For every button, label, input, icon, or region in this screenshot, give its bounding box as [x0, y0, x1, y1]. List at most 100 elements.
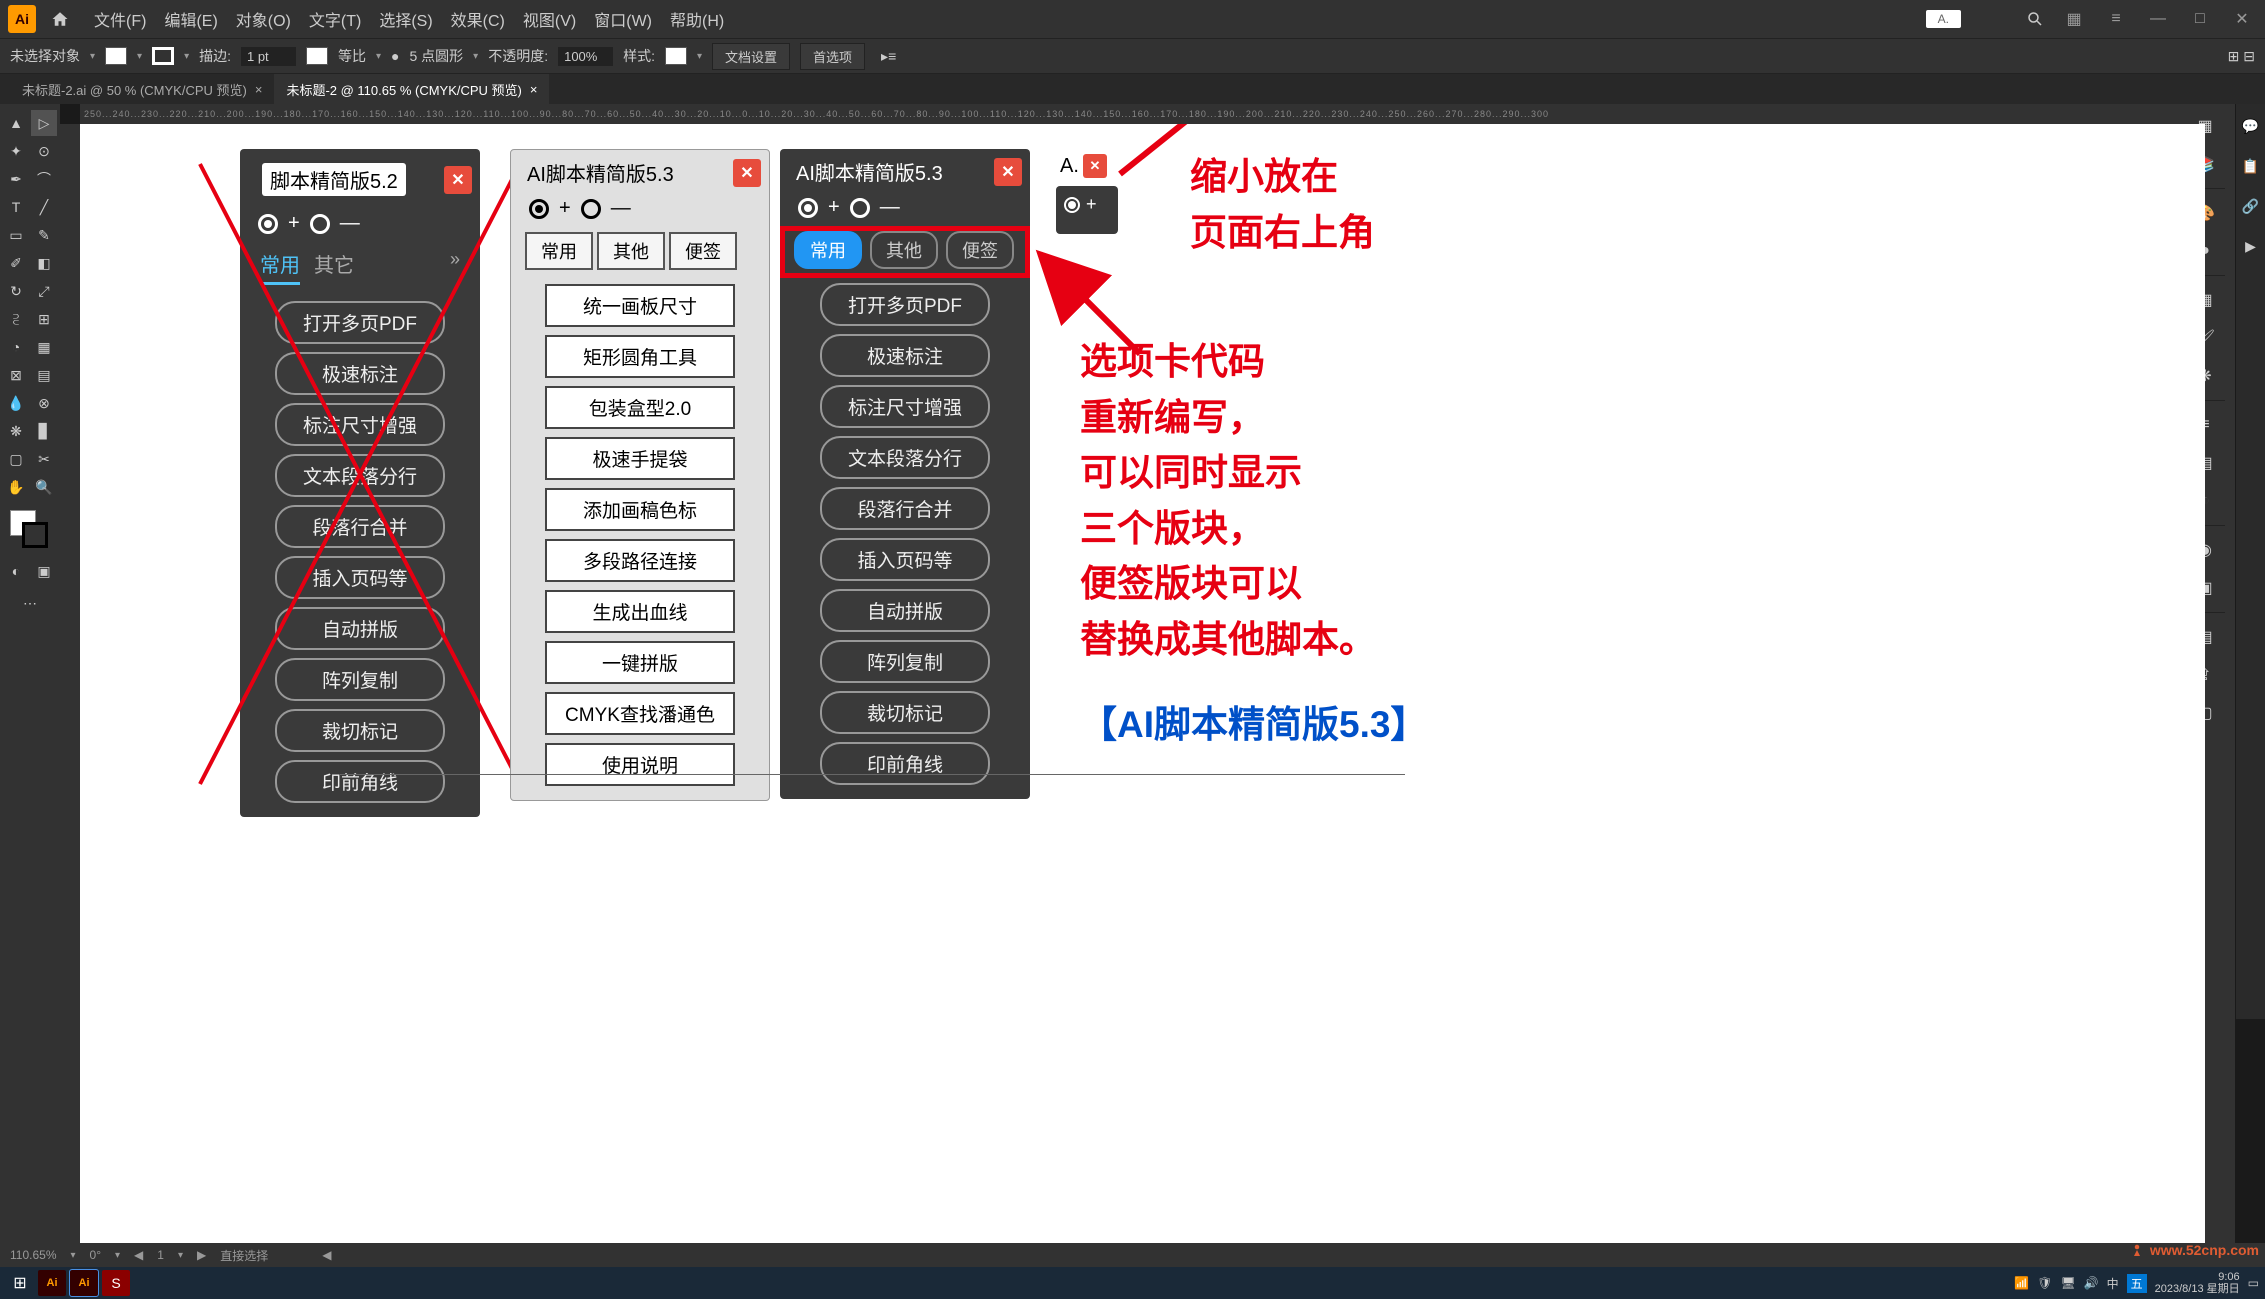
minimize-button[interactable]: — — [2143, 4, 2173, 34]
radio-on-icon[interactable] — [798, 198, 818, 218]
script-button[interactable]: 生成出血线 — [545, 590, 735, 633]
script-button[interactable]: 使用说明 — [545, 743, 735, 786]
eyedropper-tool[interactable]: 💧 — [3, 390, 29, 416]
search-icon[interactable] — [2023, 7, 2047, 31]
menu-view[interactable]: 视图(V) — [523, 7, 576, 31]
menu-help[interactable]: 帮助(H) — [670, 7, 724, 31]
script-button[interactable]: 段落行合并 — [820, 487, 990, 530]
stroke-width-input[interactable] — [241, 47, 296, 66]
menu-type[interactable]: 文字(T) — [309, 7, 361, 31]
script-button[interactable]: 添加画稿色标 — [545, 488, 735, 531]
tab-doc2[interactable]: 未标题-2 @ 110.65 % (CMYK/CPU 预览)× — [274, 74, 549, 105]
direct-selection-tool[interactable]: ▷ — [31, 110, 57, 136]
tab-other[interactable]: 其他 — [597, 232, 665, 270]
menu-edit[interactable]: 编辑(E) — [164, 7, 217, 31]
menu-effect[interactable]: 效果(C) — [451, 7, 505, 31]
script-button[interactable]: 文本段落分行 — [820, 436, 990, 479]
script-button[interactable]: 标注尺寸增强 — [275, 403, 445, 446]
workspace-icon[interactable]: ≡ — [2101, 4, 2131, 34]
symbol-tool[interactable]: ❋ — [3, 418, 29, 444]
links-icon[interactable]: 🔗 — [2235, 190, 2265, 222]
edit-toolbar[interactable]: ⋯ — [17, 590, 43, 616]
script-button[interactable]: CMYK查找潘通色 — [545, 692, 735, 735]
canvas[interactable]: 脚本精简版5.2 ✕ + — 常用 其它 » 打开多页PDF 极速标注 标注尺寸… — [80, 124, 2205, 1259]
tray-icon[interactable]: 📶 — [2014, 1276, 2029, 1290]
rect-tool[interactable]: ▭ — [3, 222, 29, 248]
script-button[interactable]: 标注尺寸增强 — [820, 385, 990, 428]
close-icon[interactable]: × — [255, 82, 263, 97]
mesh-tool[interactable]: ⊠ — [3, 362, 29, 388]
zoom-level[interactable]: 110.65% — [10, 1248, 56, 1262]
tab-doc1[interactable]: 未标题-2.ai @ 50 % (CMYK/CPU 预览)× — [10, 74, 274, 105]
radio-on-icon[interactable] — [258, 214, 278, 234]
dropdown-icon[interactable]: ▾ — [697, 51, 702, 62]
pen-tool[interactable]: ✒ — [3, 166, 29, 192]
close-button[interactable]: ✕ — [2227, 4, 2257, 34]
script-button[interactable]: 段落行合并 — [275, 505, 445, 548]
scale-tool[interactable]: ⤢ — [31, 278, 57, 304]
stroke-swatch[interactable] — [152, 47, 174, 65]
radio-off-icon[interactable] — [310, 214, 330, 234]
tab-other[interactable]: 其它 — [314, 249, 354, 285]
script-button[interactable]: 文本段落分行 — [275, 454, 445, 497]
dropdown-icon[interactable]: ▾ — [376, 51, 381, 62]
hand-tool[interactable]: ✋ — [3, 474, 29, 500]
script-button[interactable]: 包装盒型2.0 — [545, 386, 735, 429]
script-button[interactable]: 打开多页PDF — [275, 301, 445, 344]
taskbar-app-icon[interactable]: S — [102, 1270, 130, 1296]
script-button[interactable]: 多段路径连接 — [545, 539, 735, 582]
notifications-icon[interactable]: ▭ — [2248, 1276, 2259, 1290]
script-button[interactable]: 极速标注 — [820, 334, 990, 377]
start-button[interactable]: ⊞ — [6, 1270, 34, 1296]
shaper-tool[interactable]: ✐ — [3, 250, 29, 276]
close-icon[interactable]: ✕ — [444, 166, 472, 194]
color-tools[interactable] — [10, 510, 50, 550]
selection-tool[interactable]: ▲ — [3, 110, 29, 136]
perspective-tool[interactable]: ▦ — [31, 334, 57, 360]
script-button[interactable]: 自动拼版 — [820, 589, 990, 632]
dropdown-icon[interactable]: ▾ — [473, 51, 478, 62]
script-button[interactable]: 打开多页PDF — [820, 283, 990, 326]
artboard-number[interactable]: 1 — [157, 1248, 164, 1262]
brush-swatch[interactable] — [306, 47, 328, 65]
play-icon[interactable]: ▶ — [2235, 230, 2265, 262]
tab-notes[interactable]: 便签 — [669, 232, 737, 270]
lasso-tool[interactable]: ⊙ — [31, 138, 57, 164]
expand-icon[interactable]: » — [450, 249, 460, 285]
tray-icon[interactable]: 🔊 — [2084, 1276, 2099, 1290]
mini-script-header-box[interactable]: A. — [1926, 10, 1961, 28]
script-button[interactable]: 插入页码等 — [275, 556, 445, 599]
script-button[interactable]: 统一画板尺寸 — [545, 284, 735, 327]
screen-mode[interactable]: ▣ — [31, 558, 57, 584]
brush-label[interactable]: 5 点圆形 — [409, 46, 463, 66]
menu-object[interactable]: 对象(O) — [236, 7, 291, 31]
gradient-tool[interactable]: ▤ — [31, 362, 57, 388]
menu-select[interactable]: 选择(S) — [379, 7, 432, 31]
magic-wand-tool[interactable]: ✦ — [3, 138, 29, 164]
close-icon[interactable]: × — [530, 82, 538, 97]
script-button[interactable]: 自动拼版 — [275, 607, 445, 650]
script-button[interactable]: 印前角线 — [820, 742, 990, 785]
dropdown-icon[interactable]: ▾ — [137, 51, 142, 62]
menu-file[interactable]: 文件(F) — [94, 7, 146, 31]
draw-mode[interactable]: ◐ — [3, 558, 29, 584]
close-icon[interactable]: ✕ — [994, 158, 1022, 186]
script-button[interactable]: 极速手提袋 — [545, 437, 735, 480]
graph-tool[interactable]: ▊ — [31, 418, 57, 444]
doc-settings-button[interactable]: 文档设置 — [712, 43, 790, 70]
zoom-tool[interactable]: 🔍 — [31, 474, 57, 500]
dropdown-icon[interactable]: ▾ — [70, 1250, 75, 1261]
taskbar-ai-active-icon[interactable]: Ai — [70, 1270, 98, 1296]
script-button[interactable]: 阵列复制 — [275, 658, 445, 701]
maximize-button[interactable]: □ — [2185, 4, 2215, 34]
close-icon[interactable]: ✕ — [1083, 154, 1107, 178]
rotation-value[interactable]: 0° — [90, 1248, 101, 1262]
radio-on-icon[interactable] — [1064, 197, 1080, 213]
style-swatch[interactable] — [665, 47, 687, 65]
home-icon[interactable] — [46, 5, 74, 33]
fill-swatch[interactable] — [105, 47, 127, 65]
script-button[interactable]: 阵列复制 — [820, 640, 990, 683]
prefs-button[interactable]: 首选项 — [800, 43, 865, 70]
dropdown-icon[interactable]: ▾ — [90, 51, 95, 62]
radio-off-icon[interactable] — [850, 198, 870, 218]
